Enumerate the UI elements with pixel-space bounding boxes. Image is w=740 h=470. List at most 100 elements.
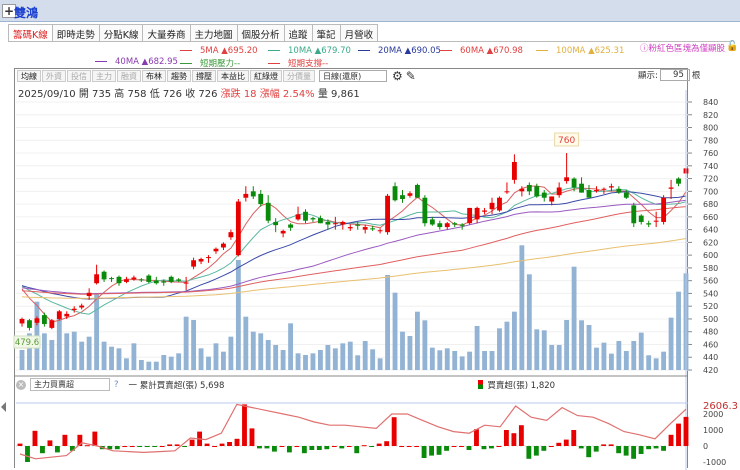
candle-body <box>280 230 286 234</box>
price-tick: 560 <box>703 277 718 286</box>
volume-bar <box>392 292 398 370</box>
volume-bar <box>101 341 107 370</box>
net-buy-sell-bar <box>294 446 300 447</box>
candle-body <box>511 161 517 180</box>
candle-body <box>489 202 495 210</box>
net-buy-sell-bar <box>466 446 472 450</box>
volume-bar <box>325 345 331 370</box>
volume-bar <box>370 349 376 370</box>
volume-bar <box>310 353 316 370</box>
price-tick: 720 <box>703 175 718 184</box>
price-tick: 820 <box>703 111 718 120</box>
volume-bar <box>631 340 637 370</box>
price-tick: 440 <box>703 353 718 362</box>
high-marker-label: 760 <box>558 136 575 146</box>
volume-bar <box>377 358 383 370</box>
candle-body <box>131 277 137 280</box>
price-tick: 680 <box>703 200 718 209</box>
net-buy-sell-bar <box>47 440 53 446</box>
candle-body <box>392 186 398 201</box>
volume-bar <box>161 355 167 370</box>
candle-body <box>318 218 323 224</box>
candle-body <box>497 197 502 211</box>
candle-body <box>362 227 368 230</box>
volume-bar <box>474 325 480 370</box>
candle-body <box>676 178 681 184</box>
volume-bar <box>86 336 92 370</box>
volume-bar <box>653 358 659 370</box>
candle-body <box>332 223 338 225</box>
candle-body <box>71 308 77 311</box>
volume-bar <box>623 350 629 370</box>
indicator-tick: -1000 <box>703 458 726 467</box>
price-tick: 600 <box>703 251 718 260</box>
candle-body <box>191 260 197 267</box>
net-buy-sell-bar <box>92 431 98 446</box>
candle-body <box>414 184 420 198</box>
net-buy-sell-bar <box>638 446 644 454</box>
net-buy-sell-bar <box>556 442 562 446</box>
help-icon[interactable]: ? <box>114 380 119 390</box>
candle-body <box>467 207 473 224</box>
net-buy-sell-bar <box>62 434 68 446</box>
volume-bar <box>414 311 420 370</box>
net-buy-sell-bar <box>661 446 666 451</box>
volume-bar <box>206 356 211 370</box>
volume-bar <box>526 274 532 370</box>
candle-body <box>153 280 159 284</box>
candle-body <box>526 184 532 192</box>
volume-bar <box>608 353 614 370</box>
volume-bar <box>504 321 510 370</box>
scroll-left-arrow[interactable] <box>1 402 6 412</box>
indicator-header: × 主力買賣超 ? 一 累計買賣超(張) 5,698 買賣超(張) 1,820 <box>16 378 555 391</box>
candle-body <box>474 207 480 220</box>
net-buy-sell-bar <box>376 443 382 446</box>
price-tick: 760 <box>703 149 718 158</box>
volume-bar <box>168 356 174 370</box>
volume-bar <box>467 351 473 370</box>
volume-bar <box>482 350 487 370</box>
indicator-tick: 1000 <box>703 426 723 435</box>
net-buy-sell-bar <box>646 446 652 450</box>
candle-body <box>407 193 413 196</box>
net-buy-sell-bar <box>227 442 232 446</box>
volume-bar <box>422 320 428 370</box>
candle-body <box>519 188 525 192</box>
volume-bar <box>124 358 129 370</box>
candle-body <box>258 193 264 205</box>
price-tick: 540 <box>703 289 718 298</box>
candle-body <box>138 279 144 281</box>
volume-bar <box>153 361 159 370</box>
net-buy-sell-bar <box>571 430 577 446</box>
price-tick: 660 <box>703 213 718 222</box>
net-buy-sell-bar <box>459 446 464 447</box>
candle-body <box>564 177 570 182</box>
close-indicator-icon[interactable]: × <box>16 379 26 390</box>
candle-body <box>94 274 100 284</box>
net-buy-sell-bar <box>144 446 150 447</box>
price-chart[interactable]: 840 820 800 780 760 740 720 700 680 660 640 620 600 5… <box>0 0 740 470</box>
candle-body <box>265 202 271 221</box>
net-buy-sell-bar <box>167 444 173 446</box>
volume-bar <box>79 341 85 370</box>
net-buy-sell-bar <box>354 446 360 454</box>
candle-body <box>198 258 204 262</box>
net-buy-sell-bar <box>271 446 277 452</box>
volume-bar <box>668 317 674 370</box>
bar-legend-icon <box>478 380 484 389</box>
volume-bar <box>198 348 204 370</box>
net-buy-sell-bar <box>384 441 390 446</box>
volume-bar <box>176 353 182 370</box>
price-tick: 620 <box>703 238 718 247</box>
volume-bar <box>616 340 622 370</box>
volume-bar <box>347 341 353 370</box>
net-buy-sell-bar <box>84 445 90 447</box>
net-buy-sell-bar <box>451 446 457 447</box>
candle-body <box>556 187 562 196</box>
indicator-select[interactable]: 主力買賣超 <box>30 378 110 391</box>
indicator-current-value: 2606.3 <box>703 401 738 412</box>
candle-body <box>579 183 584 193</box>
volume-bar <box>541 330 547 370</box>
net-buy-sell-bar <box>242 404 247 446</box>
net-buy-sell-bar <box>421 446 427 458</box>
